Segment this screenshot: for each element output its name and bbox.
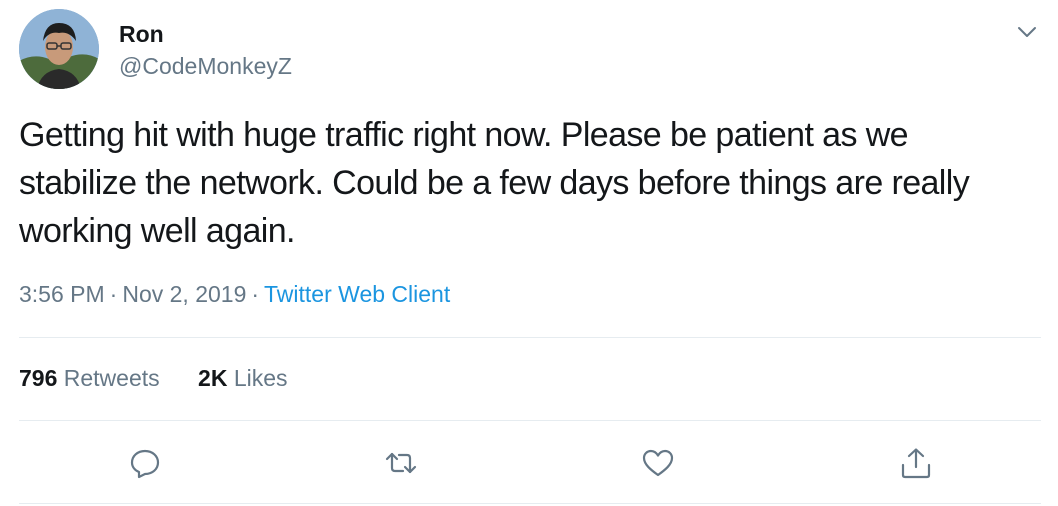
retweets-count: 796 [19, 365, 58, 391]
tweet-text: Getting hit with huge traffic right now.… [19, 116, 970, 250]
meta-separator: · [109, 281, 118, 307]
heart-icon[interactable] [641, 446, 675, 480]
display-name[interactable]: Ron [119, 21, 164, 48]
meta-separator: · [251, 281, 260, 307]
chevron-down-icon[interactable] [1014, 19, 1040, 45]
likes-label: Likes [233, 365, 288, 391]
tweet-date[interactable]: Nov 2, 2019 [122, 281, 246, 307]
divider [19, 420, 1041, 421]
tweet-time[interactable]: 3:56 PM [19, 281, 105, 307]
tweet-source-link[interactable]: Twitter Web Client [264, 281, 450, 307]
retweets-label: Retweets [63, 365, 160, 391]
user-handle[interactable]: @CodeMonkeyZ [119, 53, 292, 80]
tweet-meta: 3:56 PM · Nov 2, 2019 · Twitter Web Client [19, 281, 450, 308]
tweet-stats: 796 Retweets 2K Likes [19, 365, 320, 392]
likes-count: 2K [198, 365, 228, 391]
likes-stat[interactable]: 2K Likes [198, 365, 288, 391]
retweets-stat[interactable]: 796 Retweets [19, 365, 160, 391]
avatar[interactable] [19, 9, 99, 89]
retweet-icon[interactable] [384, 446, 418, 480]
share-icon[interactable] [899, 446, 933, 480]
divider [19, 503, 1041, 504]
reply-icon[interactable] [128, 446, 162, 480]
divider [19, 337, 1041, 338]
